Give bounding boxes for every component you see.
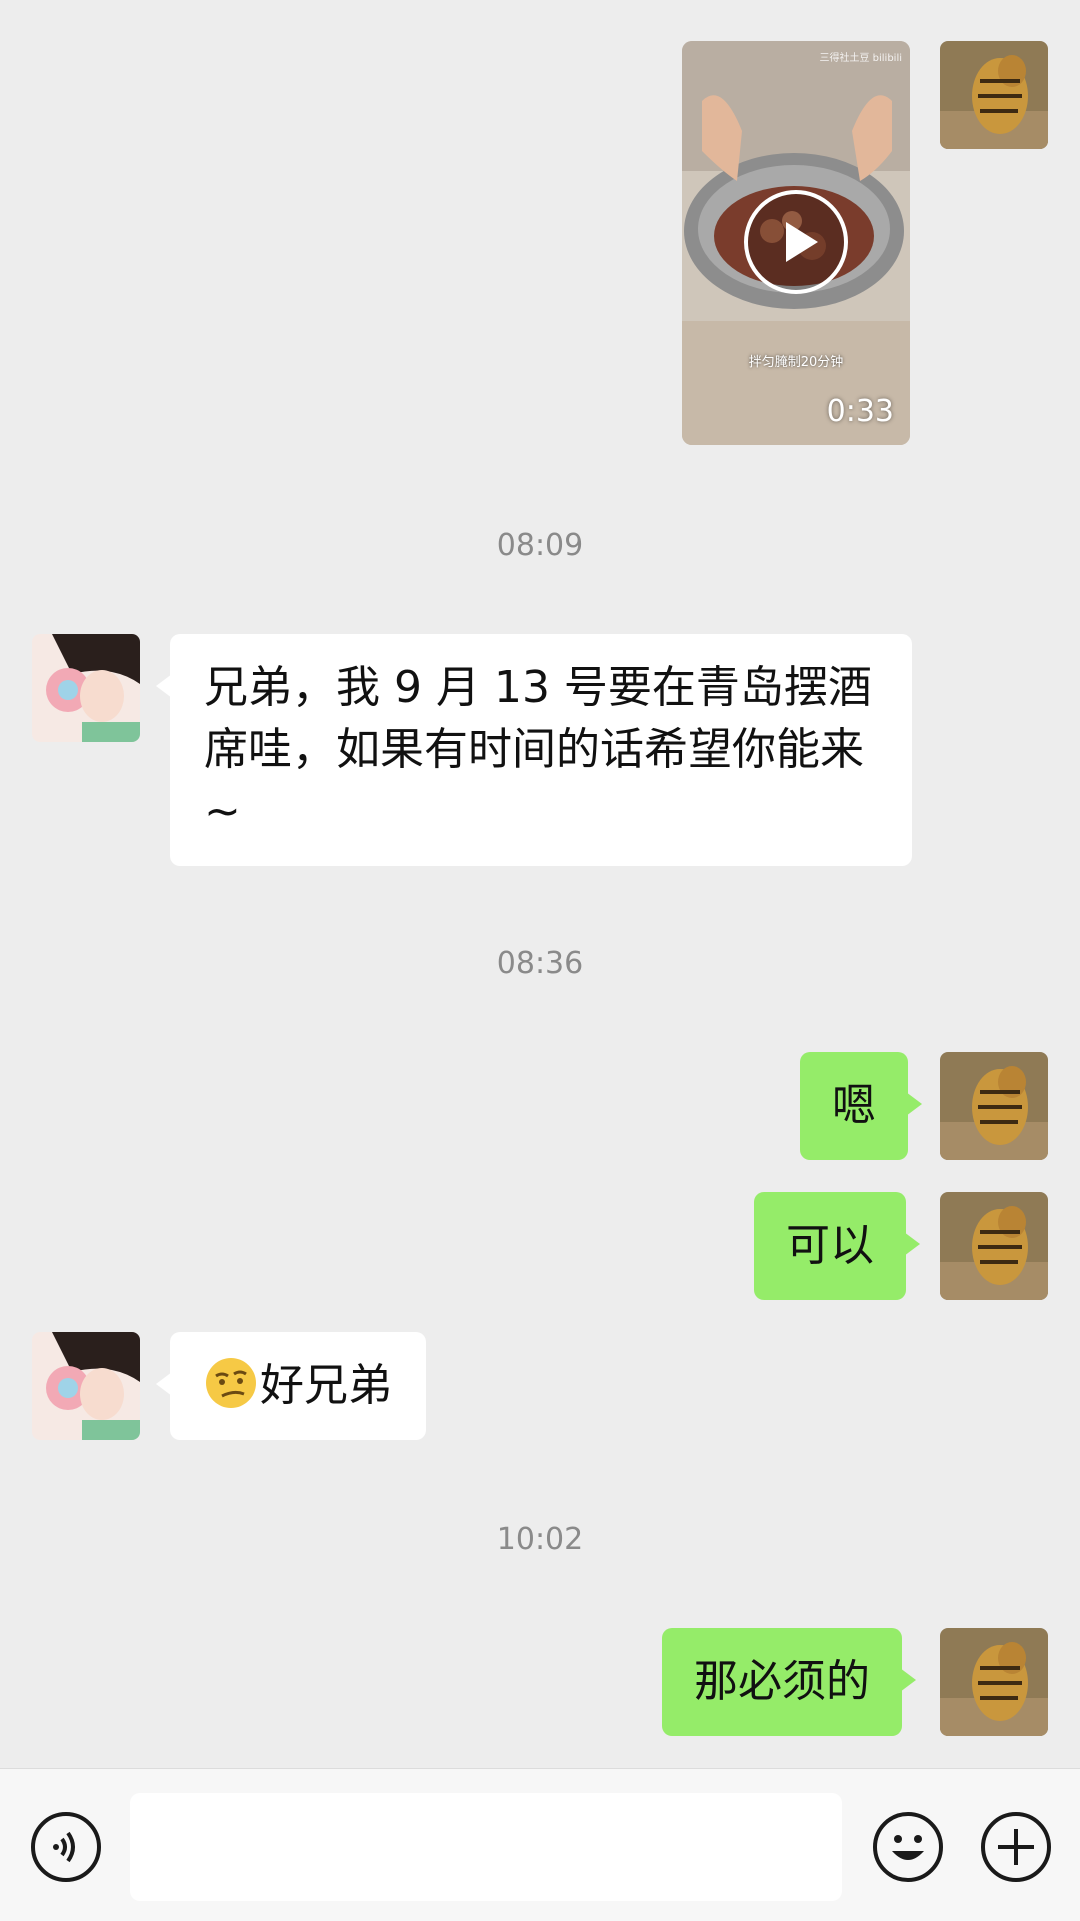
smirk-emoji-icon xyxy=(206,1358,256,1408)
message-bubble-friend[interactable]: 好兄弟 xyxy=(156,1332,426,1440)
plus-icon[interactable] xyxy=(980,1811,1052,1883)
voice-icon[interactable] xyxy=(30,1811,102,1883)
message-bubble-me[interactable]: 那必须的 xyxy=(662,1628,916,1736)
friend-avatar[interactable] xyxy=(32,1332,140,1440)
hyena-avatar-image xyxy=(940,1052,1048,1160)
message-text: 好兄弟 xyxy=(260,1360,392,1411)
hyena-avatar-image xyxy=(940,1628,1048,1736)
video-message[interactable]: 三得社土豆 bilibili 拌匀腌制20分钟 0:33 xyxy=(682,41,910,445)
message-text: 嗯 xyxy=(832,1080,876,1131)
message-bubble-me[interactable]: 可以 xyxy=(754,1192,920,1300)
message-text: 可以 xyxy=(786,1220,874,1271)
cartoon-avatar-image xyxy=(32,634,140,742)
play-icon[interactable] xyxy=(743,189,849,295)
friend-avatar[interactable] xyxy=(32,634,140,742)
message-bubble-friend[interactable]: 兄弟，我 9 月 13 号要在青岛摆酒席哇，如果有时间的话希望你能来~ xyxy=(156,634,912,866)
timestamp: 10:02 xyxy=(496,1522,584,1557)
my-avatar[interactable] xyxy=(940,1192,1048,1300)
video-watermark: 三得社土豆 bilibili xyxy=(819,53,902,64)
message-text: 那必须的 xyxy=(694,1656,870,1707)
message-input[interactable] xyxy=(130,1793,842,1901)
video-subtitle: 拌匀腌制20分钟 xyxy=(748,355,844,370)
video-duration: 0:33 xyxy=(826,394,894,429)
hyena-avatar-image xyxy=(940,41,1048,149)
timestamp: 08:36 xyxy=(496,946,584,981)
emoji-icon[interactable] xyxy=(872,1811,944,1883)
message-text: 兄弟，我 9 月 13 号要在青岛摆酒席哇，如果有时间的话希望你能来~ xyxy=(204,662,872,837)
input-bar xyxy=(0,1768,1080,1921)
message-bubble-me[interactable]: 嗯 xyxy=(800,1052,922,1160)
my-avatar[interactable] xyxy=(940,41,1048,149)
hyena-avatar-image xyxy=(940,1192,1048,1300)
my-avatar[interactable] xyxy=(940,1628,1048,1736)
chat-area[interactable]: 三得社土豆 bilibili 拌匀腌制20分钟 0:33 08:09 兄弟，我 xyxy=(0,0,1080,1768)
cartoon-avatar-image xyxy=(32,1332,140,1440)
timestamp: 08:09 xyxy=(496,528,584,563)
my-avatar[interactable] xyxy=(940,1052,1048,1160)
